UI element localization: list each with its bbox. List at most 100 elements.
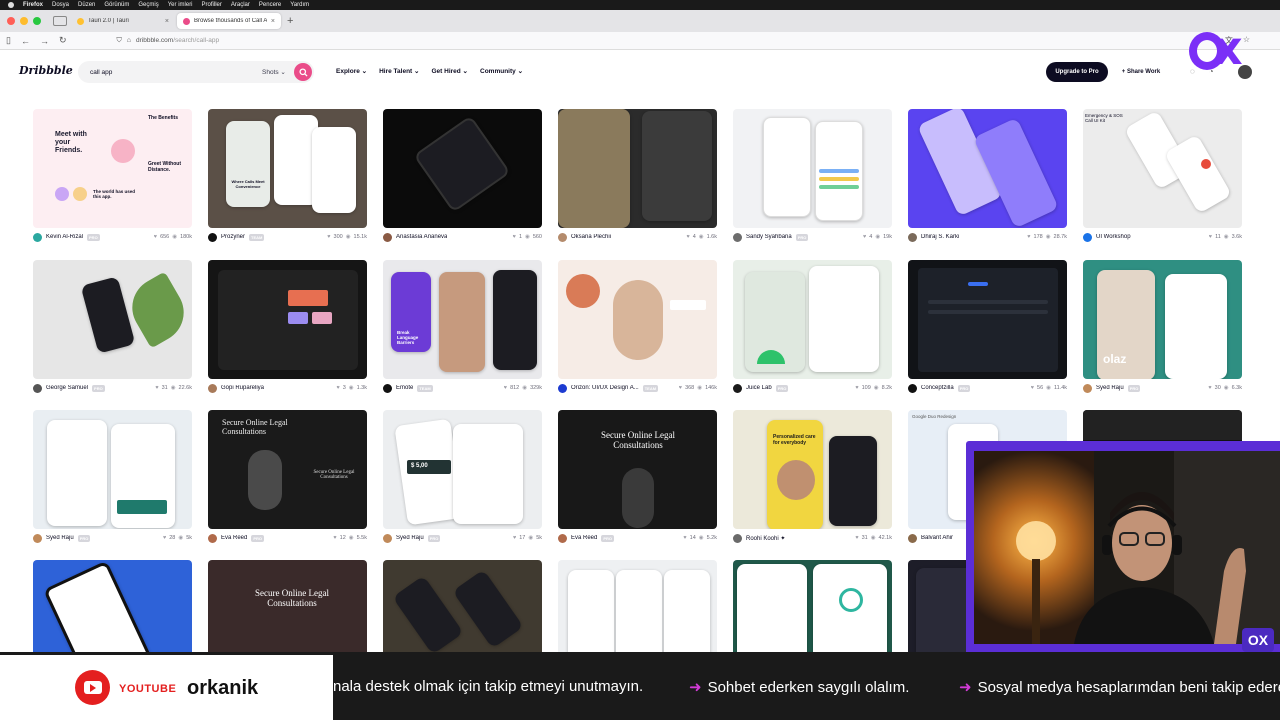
shot-thumbnail[interactable] [33, 410, 192, 529]
author-avatar[interactable] [383, 232, 392, 242]
heart-icon[interactable]: ♥ [504, 385, 507, 391]
sidebar-icon[interactable]: ▯ [6, 35, 11, 46]
heart-icon[interactable]: ♥ [1209, 234, 1212, 240]
close-tab-icon[interactable]: × [165, 18, 169, 25]
author-name[interactable]: Syed Raju [46, 535, 74, 541]
author-name[interactable]: Balvant Ahir [921, 535, 953, 541]
shot-thumbnail[interactable] [733, 109, 892, 228]
author-name[interactable]: Emote [396, 385, 413, 391]
apple-icon[interactable] [8, 2, 14, 8]
heart-icon[interactable]: ♥ [683, 535, 686, 541]
author-avatar[interactable] [208, 383, 217, 393]
heart-icon[interactable]: ♥ [686, 234, 689, 240]
author-avatar[interactable] [208, 232, 217, 242]
upgrade-to-pro-button[interactable]: Upgrade to Pro [1046, 62, 1108, 82]
shot-thumbnail[interactable] [558, 109, 717, 228]
author-avatar[interactable] [33, 533, 42, 543]
author-name[interactable]: George Samuel [46, 385, 88, 391]
author-avatar[interactable] [1083, 232, 1092, 242]
author-name[interactable]: Conceptzilla [921, 385, 954, 391]
author-name[interactable]: Eva Reed [571, 535, 597, 541]
url-bar[interactable]: ⛉ ⌂ dribbble.com/search/call-app [117, 37, 220, 45]
heart-icon[interactable]: ♥ [513, 234, 516, 240]
shot-thumbnail[interactable] [558, 260, 717, 379]
heart-icon[interactable]: ♥ [327, 234, 330, 240]
menu-firefox[interactable]: Firefox [23, 2, 43, 8]
menu-file[interactable]: Dosya [52, 2, 69, 8]
menu-edit[interactable]: Düzen [78, 2, 95, 8]
shot-thumbnail[interactable]: $ 5,00 [383, 410, 542, 529]
shot-thumbnail[interactable] [33, 260, 192, 379]
heart-icon[interactable]: ♥ [333, 535, 336, 541]
author-name[interactable]: Anastasia Ananeva [396, 234, 447, 240]
author-avatar[interactable] [908, 383, 917, 393]
author-name[interactable]: Syed Raju [1096, 385, 1124, 391]
minimize-window-button[interactable] [20, 17, 28, 25]
shot-thumbnail[interactable]: Secure Online Legal Consultations [558, 410, 717, 529]
heart-icon[interactable]: ♥ [513, 535, 516, 541]
author-name[interactable]: Orizon: UI/UX Design A... [571, 385, 639, 391]
heart-icon[interactable]: ♥ [155, 385, 158, 391]
close-window-button[interactable] [7, 17, 15, 25]
dribbble-logo[interactable]: Dribbble [19, 64, 73, 77]
search-scope-select[interactable]: Shots ⌄ [262, 68, 286, 76]
author-avatar[interactable] [908, 232, 917, 242]
forward-icon[interactable]: → [40, 36, 49, 46]
shot-thumbnail[interactable] [733, 260, 892, 379]
shot-thumbnail[interactable]: Emergency & SOS Call UI Kit [1083, 109, 1242, 228]
maximize-window-button[interactable] [33, 17, 41, 25]
search-button[interactable] [294, 63, 312, 81]
share-work-button[interactable]: + Share Work [1116, 62, 1166, 82]
author-avatar[interactable] [1083, 383, 1092, 393]
shot-thumbnail[interactable]: olaz [1083, 260, 1242, 379]
author-name[interactable]: Dhiraj S. Karki [921, 234, 959, 240]
shot-thumbnail[interactable] [908, 260, 1067, 379]
author-avatar[interactable] [383, 383, 392, 393]
author-avatar[interactable] [733, 383, 742, 393]
search-input[interactable] [90, 68, 240, 76]
back-icon[interactable]: ← [21, 36, 30, 46]
heart-icon[interactable]: ♥ [855, 385, 858, 391]
heart-icon[interactable]: ♥ [1208, 385, 1211, 391]
shot-thumbnail[interactable] [383, 109, 542, 228]
shot-thumbnail[interactable]: Personalized care for everybody [733, 410, 892, 529]
author-avatar[interactable] [558, 232, 567, 242]
shot-thumbnail[interactable] [908, 109, 1067, 228]
author-name[interactable]: Roohi Koohi ✦ [746, 535, 785, 542]
author-name[interactable]: Gopi Rupareliya [221, 385, 264, 391]
shot-thumbnail[interactable]: Break Language Barriers [383, 260, 542, 379]
menu-history[interactable]: Geçmiş [138, 2, 158, 8]
close-tab-icon[interactable]: × [271, 18, 275, 25]
heart-icon[interactable]: ♥ [336, 385, 339, 391]
menu-window[interactable]: Pencere [259, 2, 281, 8]
nav-explore[interactable]: Explore ⌄ [336, 67, 367, 75]
heart-icon[interactable]: ♥ [163, 535, 166, 541]
nav-hire-talent[interactable]: Hire Talent ⌄ [379, 67, 419, 75]
author-avatar[interactable] [558, 533, 567, 543]
author-name[interactable]: Sandy Syahbana [746, 234, 792, 240]
author-avatar[interactable] [733, 232, 742, 242]
author-name[interactable]: Syed Raju [396, 535, 424, 541]
menu-tools[interactable]: Araçlar [231, 2, 250, 8]
nav-get-hired[interactable]: Get Hired ⌄ [431, 67, 468, 75]
heart-icon[interactable]: ♥ [1031, 385, 1034, 391]
shot-thumbnail[interactable]: Meet with your Friends. The Benefits Gre… [33, 109, 192, 228]
tab-tauri[interactable]: Tauri 2.0 | Tauri × [71, 13, 175, 29]
author-avatar[interactable] [558, 383, 567, 393]
shot-thumbnail[interactable] [208, 260, 367, 379]
menu-bookmarks[interactable]: Yer imleri [168, 2, 193, 8]
shot-thumbnail[interactable]: Secure Online Legal Consultations Secure… [208, 410, 367, 529]
sidebar-toggle-icon[interactable] [53, 16, 67, 26]
heart-icon[interactable]: ♥ [679, 385, 682, 391]
menu-view[interactable]: Görünüm [104, 2, 129, 8]
author-avatar[interactable] [33, 232, 42, 242]
reload-icon[interactable]: ↻ [59, 35, 67, 46]
shot-thumbnail[interactable]: Where Calls Meet Convenience [208, 109, 367, 228]
author-avatar[interactable] [208, 533, 217, 543]
author-avatar[interactable] [733, 533, 742, 543]
heart-icon[interactable]: ♥ [154, 234, 157, 240]
author-name[interactable]: Kevin Al-Rizal [46, 234, 83, 240]
tab-dribbble[interactable]: Browse thousands of Call App d × [177, 13, 281, 29]
heart-icon[interactable]: ♥ [855, 535, 858, 541]
author-name[interactable]: Eva Reed [221, 535, 247, 541]
